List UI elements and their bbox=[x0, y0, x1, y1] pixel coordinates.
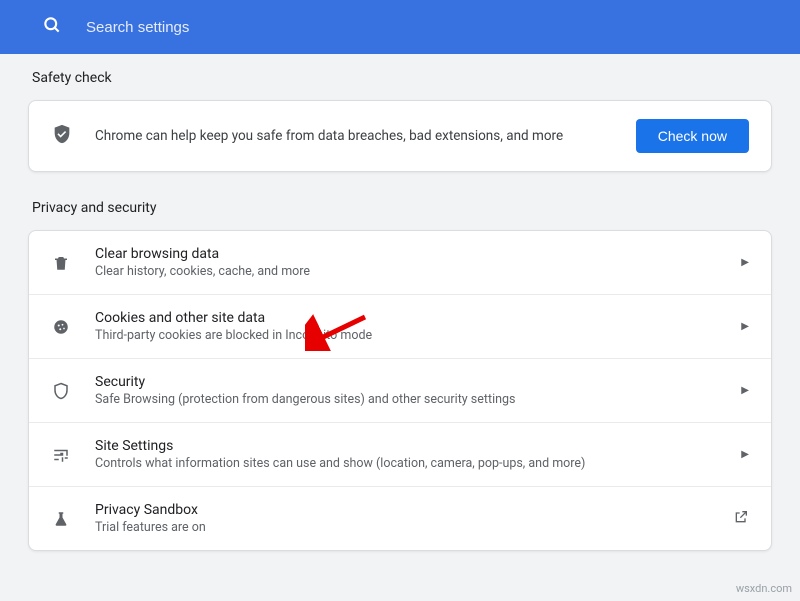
row-subtitle: Third-party cookies are blocked in Incog… bbox=[95, 328, 741, 343]
check-now-button[interactable]: Check now bbox=[636, 119, 749, 153]
safety-check-card: Chrome can help keep you safe from data … bbox=[28, 100, 772, 172]
shield-icon bbox=[51, 382, 71, 400]
privacy-security-card: Clear browsing data Clear history, cooki… bbox=[28, 230, 772, 551]
watermark: wsxdn.com bbox=[736, 582, 792, 595]
chevron-right-icon: ▶ bbox=[741, 321, 749, 332]
privacy-security-heading: Privacy and security bbox=[32, 200, 772, 216]
row-title: Site Settings bbox=[95, 438, 741, 454]
site-settings-row[interactable]: Site Settings Controls what information … bbox=[29, 423, 771, 487]
privacy-sandbox-row[interactable]: Privacy Sandbox Trial features are on bbox=[29, 487, 771, 550]
row-title: Cookies and other site data bbox=[95, 310, 741, 326]
row-subtitle: Trial features are on bbox=[95, 520, 733, 535]
search-bar[interactable] bbox=[0, 0, 800, 54]
safety-check-heading: Safety check bbox=[32, 70, 772, 86]
search-icon bbox=[42, 15, 62, 39]
row-subtitle: Safe Browsing (protection from dangerous… bbox=[95, 392, 741, 407]
safety-check-text: Chrome can help keep you safe from data … bbox=[95, 128, 636, 144]
clear-browsing-data-row[interactable]: Clear browsing data Clear history, cooki… bbox=[29, 231, 771, 295]
row-title: Privacy Sandbox bbox=[95, 502, 733, 518]
chevron-right-icon: ▶ bbox=[741, 449, 749, 460]
cookies-row[interactable]: Cookies and other site data Third-party … bbox=[29, 295, 771, 359]
row-subtitle: Clear history, cookies, cache, and more bbox=[95, 264, 741, 279]
tune-icon bbox=[51, 446, 71, 464]
row-title: Security bbox=[95, 374, 741, 390]
row-title: Clear browsing data bbox=[95, 246, 741, 262]
trash-icon bbox=[51, 254, 71, 272]
cookie-icon bbox=[51, 318, 71, 336]
shield-check-icon bbox=[51, 123, 73, 149]
chevron-right-icon: ▶ bbox=[741, 257, 749, 268]
chevron-right-icon: ▶ bbox=[741, 385, 749, 396]
security-row[interactable]: Security Safe Browsing (protection from … bbox=[29, 359, 771, 423]
flask-icon bbox=[51, 510, 71, 528]
open-external-icon bbox=[733, 509, 749, 528]
row-subtitle: Controls what information sites can use … bbox=[95, 456, 741, 471]
search-input[interactable] bbox=[86, 19, 780, 36]
